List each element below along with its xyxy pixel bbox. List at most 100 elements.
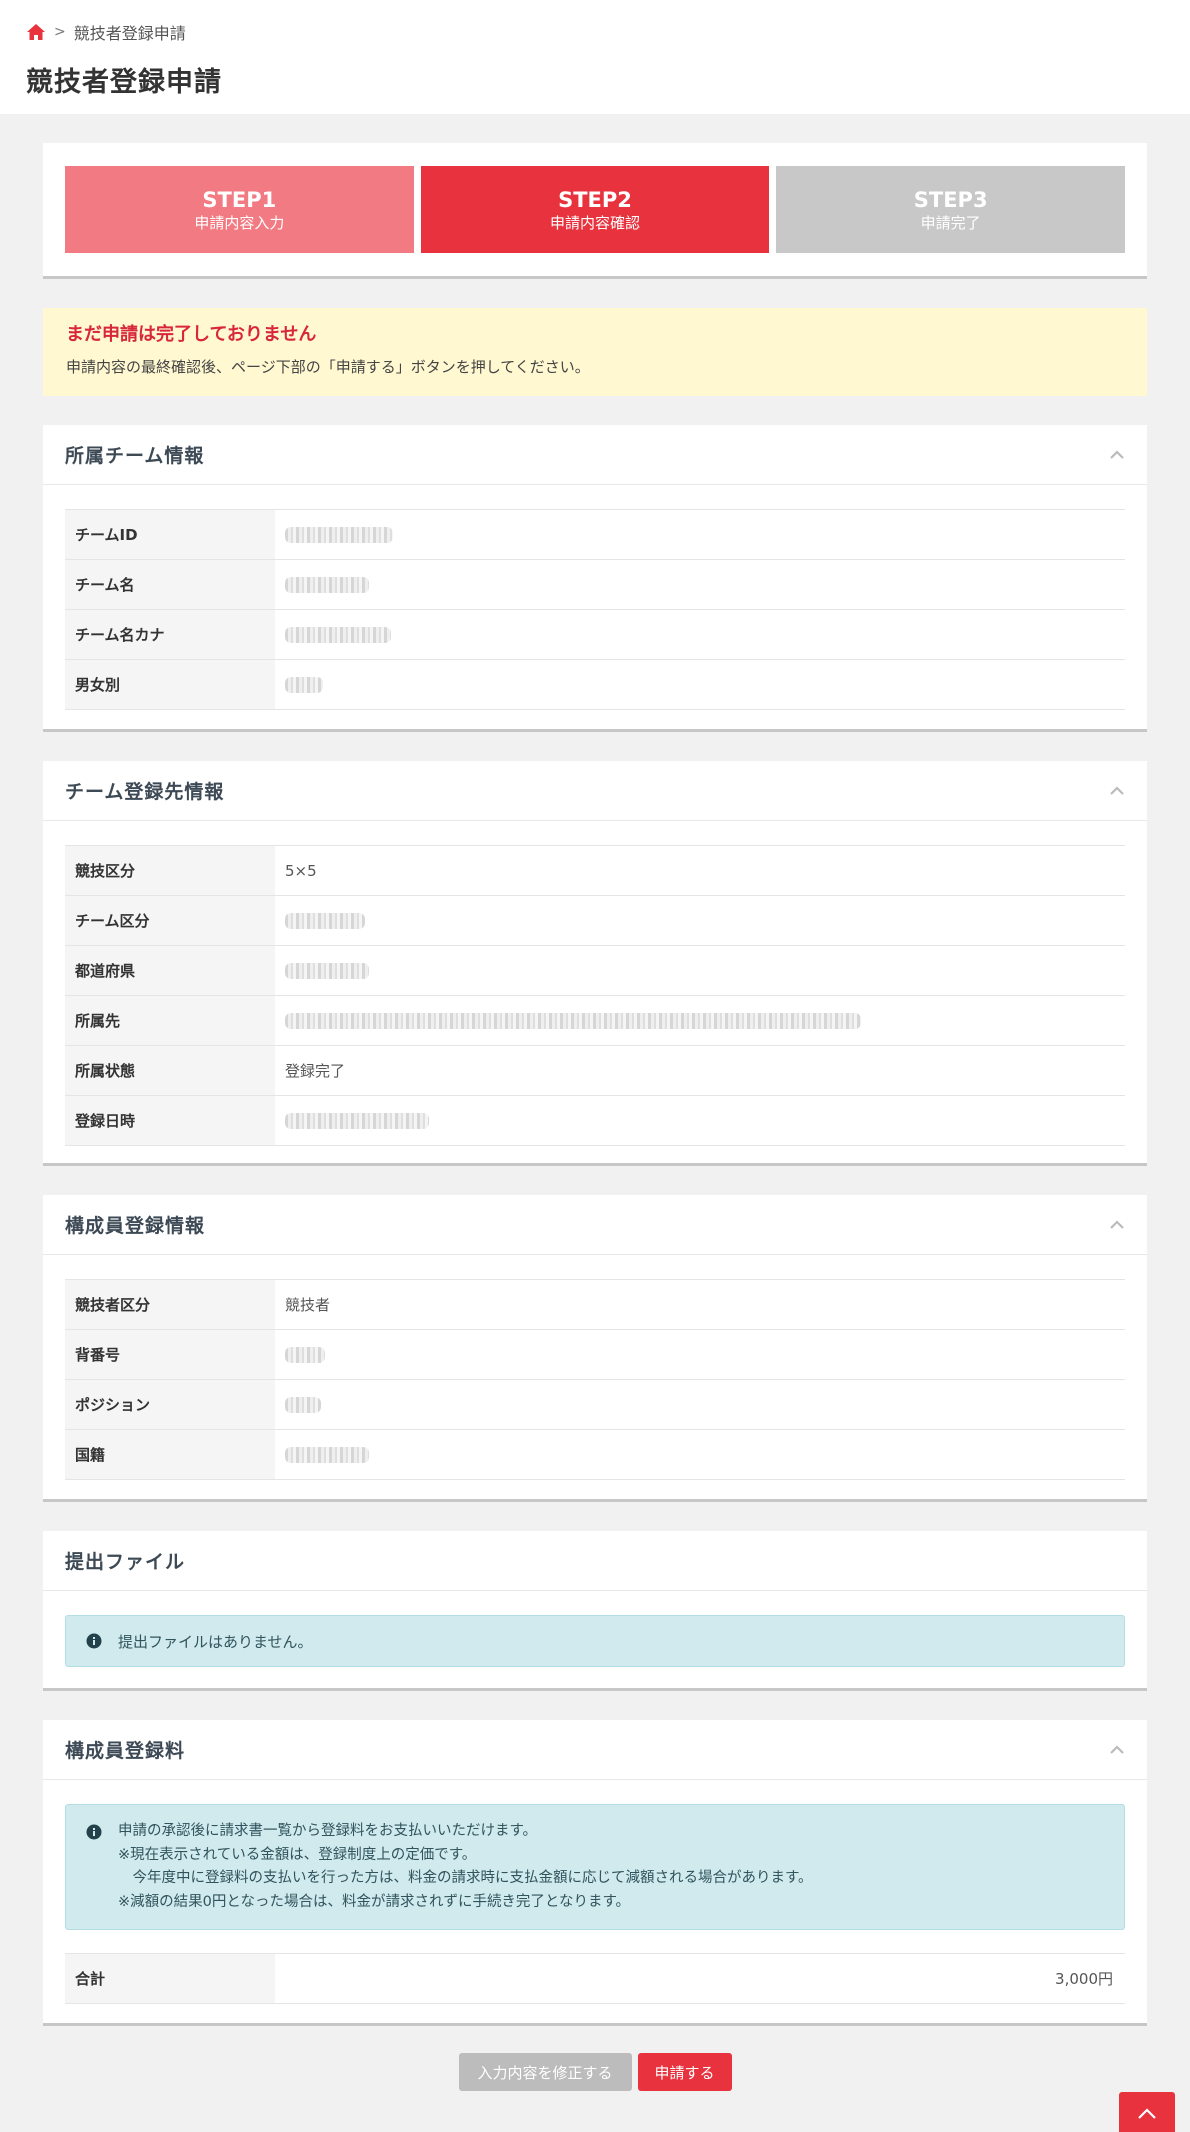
row-label: 背番号 — [65, 1329, 275, 1380]
row-value — [275, 559, 1125, 610]
row-label: チームID — [65, 509, 275, 560]
row-label: 都道府県 — [65, 945, 275, 996]
page-header: > 競技者登録申請 競技者登録申請 — [0, 0, 1190, 114]
team-info-section: 所属チーム情報 チームID チーム名 チーム名カナ 男女別 — [43, 425, 1147, 732]
step-2-label: 申請内容確認 — [550, 213, 641, 232]
member-info-section: 構成員登録情報 競技者区分 競技者 背番号 ポジション 国籍 — [43, 1195, 1147, 1502]
row-label: 所属先 — [65, 995, 275, 1046]
total-value: 3,000円 — [275, 1953, 1125, 2004]
step-1-label: 申請内容入力 — [194, 213, 285, 232]
team-info-header[interactable]: 所属チーム情報 — [43, 425, 1147, 485]
incomplete-warning: まだ申請は完了しておりません 申請内容の最終確認後、ページ下部の「申請する」ボタ… — [43, 308, 1147, 396]
step-1-title: STEP1 — [202, 187, 277, 212]
table-row: チーム名 — [65, 559, 1125, 610]
row-label: 男女別 — [65, 659, 275, 710]
step-2-title: STEP2 — [558, 187, 632, 212]
row-label: 登録日時 — [65, 1095, 275, 1146]
chevron-up-icon[interactable] — [1109, 785, 1125, 796]
redacted-value — [285, 963, 369, 979]
chevron-up-icon[interactable] — [1109, 1219, 1125, 1230]
redacted-value — [285, 1447, 369, 1463]
redacted-value — [285, 913, 365, 929]
redacted-value — [285, 527, 393, 543]
row-label: チーム名カナ — [65, 609, 275, 660]
team-info-table: チームID チーム名 チーム名カナ 男女別 — [65, 509, 1125, 710]
row-value — [275, 509, 1125, 560]
info-icon — [86, 1633, 102, 1649]
row-value — [275, 1095, 1125, 1146]
table-row: チームID — [65, 509, 1125, 560]
row-label: 所属状態 — [65, 1045, 275, 1096]
total-label: 合計 — [65, 1953, 275, 2004]
table-row: 競技者区分 競技者 — [65, 1279, 1125, 1330]
scroll-to-top-button[interactable] — [1119, 2092, 1175, 2132]
section-title: 所属チーム情報 — [65, 445, 205, 467]
chevron-up-icon[interactable] — [1109, 1744, 1125, 1755]
breadcrumb-current: 競技者登録申請 — [73, 24, 186, 43]
redacted-value — [285, 1113, 429, 1129]
fee-notice-line: 申請の承認後に請求書一覧から登録料をお支払いいただけます。 — [118, 1823, 538, 1839]
table-row: 背番号 — [65, 1329, 1125, 1380]
home-icon[interactable] — [26, 23, 46, 41]
table-row: 登録日時 — [65, 1095, 1125, 1146]
step-3-label: 申請完了 — [920, 213, 981, 232]
form-actions: 入力内容を修正する 申請する — [0, 2053, 1190, 2091]
fee-notice-line: ※減額の結果0円となった場合は、料金が請求されずに手続き完了となります。 — [118, 1893, 631, 1910]
team-registration-section: チーム登録先情報 競技区分 5×5 チーム区分 都道府県 所属先 所属状態 登録完了… — [43, 761, 1147, 1166]
page-title: 競技者登録申請 — [26, 67, 222, 98]
table-row: 男女別 — [65, 659, 1125, 710]
row-value — [275, 659, 1125, 710]
fee-notice-line: ※現在表示されている金額は、登録制度上の定価です。 — [118, 1846, 477, 1863]
row-label: 国籍 — [65, 1429, 275, 1480]
submitted-files-header: 提出ファイル — [43, 1531, 1147, 1591]
edit-input-button[interactable]: 入力内容を修正する — [458, 2053, 632, 2091]
notice-text: 提出ファイルはありません。 — [118, 1632, 313, 1651]
submit-application-button[interactable]: 申請する — [637, 2053, 732, 2091]
info-icon — [86, 1824, 102, 1840]
section-title: 提出ファイル — [65, 1551, 186, 1573]
fee-total-table: 合計 3,000円 — [65, 1953, 1125, 2004]
submitted-files-section: 提出ファイル 提出ファイルはありません。 — [43, 1531, 1147, 1691]
table-row: チーム区分 — [65, 895, 1125, 946]
redacted-value — [285, 577, 369, 593]
member-fee-header[interactable]: 構成員登録料 — [43, 1720, 1147, 1780]
row-label: ポジション — [65, 1379, 275, 1430]
member-info-header[interactable]: 構成員登録情報 — [43, 1195, 1147, 1255]
team-registration-header[interactable]: チーム登録先情報 — [43, 761, 1147, 821]
section-title: 構成員登録情報 — [65, 1215, 206, 1237]
warning-text: 申請内容の最終確認後、ページ下部の「申請する」ボタンを押してください。 — [66, 358, 590, 376]
row-value — [275, 945, 1125, 996]
redacted-value — [285, 627, 391, 643]
fee-notice-text: 申請の承認後に請求書一覧から登録料をお支払いいただけます。 ※現在表示されている… — [118, 1820, 813, 1914]
chevron-up-icon — [1138, 2108, 1156, 2119]
step-1: STEP1 申請内容入力 — [65, 166, 414, 253]
row-value — [275, 609, 1125, 660]
breadcrumb: > 競技者登録申請 — [26, 20, 1164, 44]
warning-title: まだ申請は完了しておりません — [66, 324, 317, 345]
chevron-up-icon[interactable] — [1109, 449, 1125, 460]
step-2: STEP2 申請内容確認 — [420, 166, 770, 253]
table-row: 所属先 — [65, 995, 1125, 1046]
team-registration-table: 競技区分 5×5 チーム区分 都道府県 所属先 所属状態 登録完了 登録日時 — [65, 845, 1125, 1146]
row-label: 競技区分 — [65, 845, 275, 896]
row-value — [275, 1429, 1125, 1480]
step-3: STEP3 申請完了 — [776, 166, 1126, 253]
table-row: チーム名カナ — [65, 609, 1125, 660]
redacted-value — [285, 1397, 321, 1413]
table-row: ポジション — [65, 1379, 1125, 1430]
row-value: 登録完了 — [275, 1045, 1125, 1096]
table-row: 国籍 — [65, 1429, 1125, 1480]
step-3-title: STEP3 — [913, 187, 988, 212]
redacted-value — [285, 677, 323, 693]
member-fee-section: 構成員登録料 申請の承認後に請求書一覧から登録料をお支払いいただけます。 ※現在… — [43, 1720, 1147, 2026]
step-indicator: STEP1 申請内容入力 STEP2 申請内容確認 STEP3 申請完了 — [43, 143, 1147, 279]
row-value — [275, 1329, 1125, 1380]
fee-notice: 申請の承認後に請求書一覧から登録料をお支払いいただけます。 ※現在表示されている… — [65, 1804, 1125, 1930]
table-row: 所属状態 登録完了 — [65, 1045, 1125, 1096]
row-value — [275, 895, 1125, 946]
member-info-table: 競技者区分 競技者 背番号 ポジション 国籍 — [65, 1279, 1125, 1480]
section-title: チーム登録先情報 — [65, 781, 225, 803]
row-value: 競技者 — [275, 1279, 1125, 1330]
table-row: 都道府県 — [65, 945, 1125, 996]
row-value — [275, 1379, 1125, 1430]
